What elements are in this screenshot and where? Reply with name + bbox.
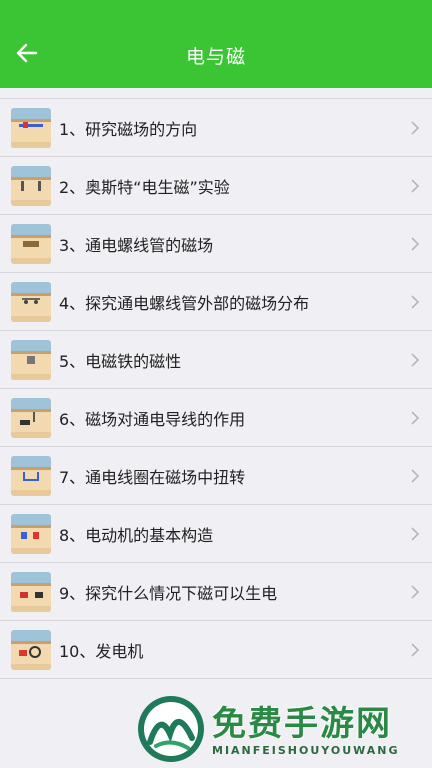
chevron-right-icon [411,469,420,483]
list-item[interactable]: 3、通电螺线管的磁场 [0,215,432,273]
list-item[interactable]: 4、探究通电螺线管外部的磁场分布 [0,273,432,331]
experiment-thumbnail [11,165,51,206]
list-item[interactable]: 9、探究什么情况下磁可以生电 [0,563,432,621]
list-item-label: 9、探究什么情况下磁可以生电 [59,583,278,603]
experiment-thumbnail [11,107,51,148]
chevron-right-icon [411,295,420,309]
list-item-label: 5、电磁铁的磁性 [59,351,182,371]
page-title: 电与磁 [185,46,246,68]
watermark-logo-icon [138,696,204,762]
list-item[interactable]: 5、电磁铁的磁性 [0,331,432,389]
experiment-thumbnail [11,455,51,496]
list-item[interactable]: 7、通电线圈在磁场中扭转 [0,447,432,505]
list-item-label: 1、研究磁场的方向 [59,119,198,139]
watermark: 免费手游网 MIANFEISHOUYOUWANG [136,690,426,768]
experiment-thumbnail [11,397,51,438]
list-item-label: 6、磁场对通电导线的作用 [59,409,246,429]
app-header: 电与磁 [0,0,432,88]
list-item[interactable]: 6、磁场对通电导线的作用 [0,389,432,447]
list-item[interactable]: 10、发电机 [0,621,432,679]
chevron-right-icon [411,527,420,541]
experiment-thumbnail [11,281,51,322]
list-item-label: 8、电动机的基本构造 [59,525,214,545]
list-item-label: 7、通电线圈在磁场中扭转 [59,467,246,487]
experiment-thumbnail [11,629,51,670]
experiment-thumbnail [11,513,51,554]
experiment-thumbnail [11,339,51,380]
experiment-thumbnail [11,571,51,612]
list-item-label: 10、发电机 [59,641,144,661]
watermark-text-cn: 免费手游网 [212,704,392,744]
chevron-right-icon [411,353,420,367]
list-item[interactable]: 2、奥斯特“电生磁”实验 [0,157,432,215]
chevron-right-icon [411,643,420,657]
chevron-right-icon [411,121,420,135]
list-item[interactable]: 8、电动机的基本构造 [0,505,432,563]
watermark-text-en: MIANFEISHOUYOUWANG [212,744,400,757]
chevron-right-icon [411,179,420,193]
chevron-right-icon [411,237,420,251]
experiment-list: 1、研究磁场的方向 2、奥斯特“电生磁”实验 3、通电螺线管的磁场 4、探究通电… [0,98,432,679]
experiment-thumbnail [11,223,51,264]
list-item-label: 3、通电螺线管的磁场 [59,235,214,255]
list-item-label: 4、探究通电螺线管外部的磁场分布 [59,293,310,313]
list-item[interactable]: 1、研究磁场的方向 [0,99,432,157]
chevron-right-icon [411,585,420,599]
list-item-label: 2、奥斯特“电生磁”实验 [59,177,230,197]
chevron-right-icon [411,411,420,425]
